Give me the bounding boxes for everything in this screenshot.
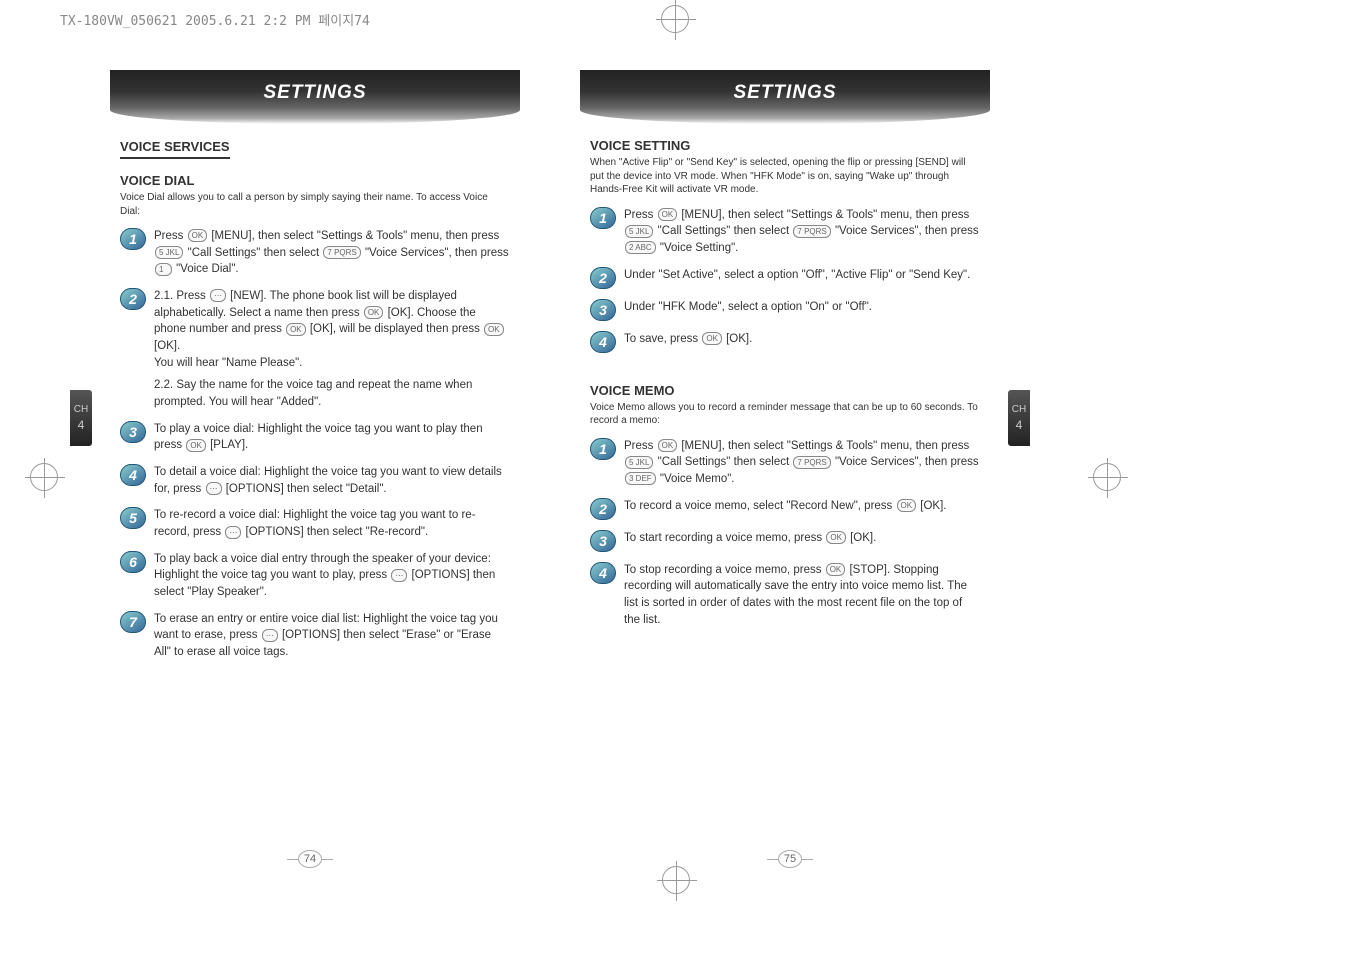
page-number: 74: [298, 850, 322, 868]
intro-text: When "Active Flip" or "Send Key" is sele…: [590, 156, 980, 197]
step-text: To save, press OK [OK].: [624, 331, 980, 348]
step-4: 4 To detail a voice dial: Highlight the …: [120, 464, 510, 497]
step-7: 7 To erase an entry or entire voice dial…: [120, 611, 510, 661]
step-text: To detail a voice dial: Highlight the vo…: [154, 464, 510, 497]
key-2-icon: 2 ABC: [625, 241, 656, 254]
step-badge: 2: [590, 498, 616, 520]
step-text: To re-record a voice dial: Highlight the…: [154, 507, 510, 540]
step-4: 4 To stop recording a voice memo, press …: [590, 562, 980, 629]
step-text: To erase an entry or entire voice dial l…: [154, 611, 510, 661]
print-header: TX-180VW_050621 2005.6.21 2:2 PM 페이지74: [60, 10, 370, 29]
ok-key-icon: OK: [897, 499, 917, 512]
ok-key-icon: OK: [364, 306, 384, 319]
key-5-icon: 5 JKL: [625, 456, 653, 469]
step-badge: 4: [590, 562, 616, 584]
key-7-icon: 7 PQRS: [793, 225, 830, 238]
step-text: Press OK [MENU], then select "Settings &…: [624, 207, 980, 257]
ok-key-icon: OK: [658, 439, 678, 452]
step-badge: 5: [120, 507, 146, 529]
step-badge: 2: [120, 288, 146, 310]
key-5-icon: 5 JKL: [625, 225, 653, 238]
crop-mark-top: [661, 5, 691, 35]
step-badge: 4: [590, 331, 616, 353]
step-2: 2 Under "Set Active", select a option "O…: [590, 267, 980, 289]
step-text: To stop recording a voice memo, press OK…: [624, 562, 980, 629]
crop-mark-right: [1093, 463, 1121, 491]
step-badge: 6: [120, 551, 146, 573]
softkey-icon: ⋯: [210, 289, 226, 302]
step-1: 1 Press OK [MENU], then select "Settings…: [120, 228, 510, 278]
step-1: 1 Press OK [MENU], then select "Settings…: [590, 207, 980, 257]
options-key-icon: ⋯: [225, 526, 241, 539]
key-7-icon: 7 PQRS: [323, 246, 360, 259]
ok-key-icon: OK: [186, 439, 206, 452]
step-4: 4 To save, press OK [OK].: [590, 331, 980, 353]
step-badge: 2: [590, 267, 616, 289]
step-badge: 3: [590, 530, 616, 552]
chapter-tab-left: CH 4: [70, 390, 92, 446]
step-text: To start recording a voice memo, press O…: [624, 530, 980, 547]
step-badge: 1: [120, 228, 146, 250]
section-heading: VOICE SERVICES: [120, 139, 230, 159]
crop-mark-left: [30, 463, 58, 491]
page-banner: SETTINGS: [580, 70, 990, 124]
step-3: 3 To start recording a voice memo, press…: [590, 530, 980, 552]
step-5: 5 To re-record a voice dial: Highlight t…: [120, 507, 510, 540]
key-7-icon: 7 PQRS: [793, 456, 830, 469]
ok-key-icon: OK: [826, 531, 846, 544]
intro-text: Voice Memo allows you to record a remind…: [590, 401, 980, 428]
step-text: To record a voice memo, select "Record N…: [624, 498, 980, 515]
step-badge: 7: [120, 611, 146, 633]
options-key-icon: ⋯: [206, 482, 222, 495]
page-banner: SETTINGS: [110, 70, 520, 124]
step-text: Under "Set Active", select a option "Off…: [624, 267, 980, 284]
ok-key-icon: OK: [658, 208, 678, 221]
step-text: Press OK [MENU], then select "Settings &…: [154, 228, 510, 278]
step-badge: 1: [590, 207, 616, 229]
ok-key-icon: OK: [484, 323, 504, 336]
step-text: Press OK [MENU], then select "Settings &…: [624, 438, 980, 488]
key-5-icon: 5 JKL: [155, 246, 183, 259]
step-3: 3 To play a voice dial: Highlight the vo…: [120, 421, 510, 454]
intro-text: Voice Dial allows you to call a person b…: [120, 191, 510, 218]
chapter-tab-right: CH 4: [1008, 390, 1030, 446]
key-1-icon: 1: [155, 263, 172, 276]
ok-key-icon: OK: [286, 323, 306, 336]
step-3: 3 Under "HFK Mode", select a option "On"…: [590, 299, 980, 321]
step-1: 1 Press OK [MENU], then select "Settings…: [590, 438, 980, 488]
step-6: 6 To play back a voice dial entry throug…: [120, 551, 510, 601]
step-badge: 4: [120, 464, 146, 486]
step-badge: 3: [120, 421, 146, 443]
tab-number: 4: [1016, 418, 1023, 432]
sub-heading: VOICE DIAL: [120, 173, 510, 188]
page-number: 75: [778, 850, 802, 868]
step-text: To play a voice dial: Highlight the voic…: [154, 421, 510, 454]
options-key-icon: ⋯: [391, 569, 407, 582]
sub-heading: VOICE MEMO: [590, 383, 980, 398]
right-page: CH 4 SETTINGS VOICE SETTING When "Active…: [550, 40, 1030, 880]
key-3-icon: 3 DEF: [625, 472, 656, 485]
ok-key-icon: OK: [188, 229, 208, 242]
left-page: CH 4 SETTINGS VOICE SERVICES VOICE DIAL …: [70, 40, 550, 880]
ok-key-icon: OK: [702, 332, 722, 345]
step-badge: 1: [590, 438, 616, 460]
step-2: 2 2.1. Press ⋯ [NEW]. The phone book lis…: [120, 288, 510, 411]
ok-key-icon: OK: [826, 563, 846, 576]
tab-number: 4: [78, 418, 85, 432]
step-badge: 3: [590, 299, 616, 321]
options-key-icon: ⋯: [262, 629, 278, 642]
step-2: 2 To record a voice memo, select "Record…: [590, 498, 980, 520]
step-text: 2.1. Press ⋯ [NEW]. The phone book list …: [154, 288, 510, 411]
step-text: Under "HFK Mode", select a option "On" o…: [624, 299, 980, 316]
tab-label: CH: [74, 404, 88, 416]
step-text: To play back a voice dial entry through …: [154, 551, 510, 601]
sub-heading: VOICE SETTING: [590, 138, 980, 153]
page-spread: CH 4 SETTINGS VOICE SERVICES VOICE DIAL …: [70, 40, 1030, 880]
tab-label: CH: [1012, 404, 1026, 416]
